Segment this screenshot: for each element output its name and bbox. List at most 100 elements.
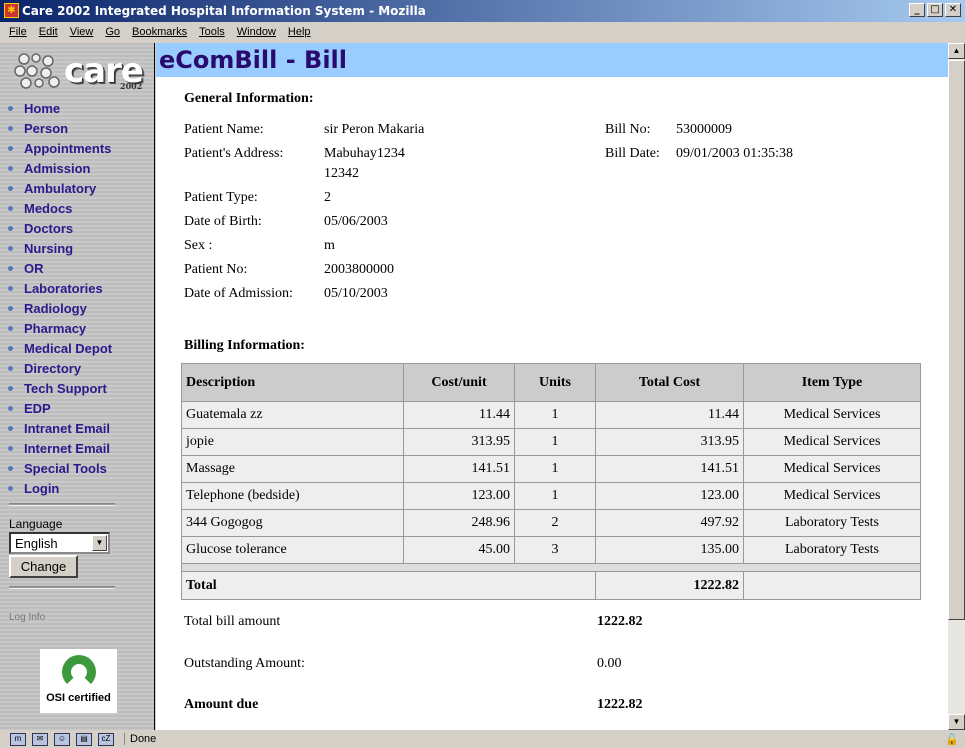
sidebar-item-or[interactable]: OR <box>8 258 112 278</box>
bullet-icon <box>8 345 13 351</box>
sidebar-item-label: OR <box>24 260 44 276</box>
divider <box>9 503 115 506</box>
menu-bookmarks[interactable]: Bookmarks <box>132 26 187 42</box>
menu-file[interactable]: File <box>9 26 27 42</box>
scroll-up-icon[interactable]: ▲ <box>948 43 965 59</box>
sidebar-item-internet-email[interactable]: Internet Email <box>8 438 112 458</box>
sidebar-item-label: Home <box>24 100 61 116</box>
menu-edit[interactable]: Edit <box>39 26 58 42</box>
sidebar-item-special-tools[interactable]: Special Tools <box>8 458 112 478</box>
security-lock-icon[interactable]: 🔓 <box>945 733 959 746</box>
bullet-icon <box>8 165 13 171</box>
cell-units: 2 <box>514 509 596 537</box>
composer-icon[interactable]: ▤ <box>76 732 92 746</box>
sidebar-nav: Home Person Appointments Admission Ambul… <box>8 98 112 498</box>
billing-table: Description Cost/unit Units Total Cost I… <box>181 363 921 600</box>
address-value-line2: 12342 <box>324 166 359 181</box>
table-row: Glucose tolerance 45.00 3 135.00 Laboratory … <box>181 536 921 564</box>
sidebar-item-medical-depot[interactable]: Medical Depot <box>8 338 112 358</box>
menubar: File Edit View Go Bookmarks Tools Window… <box>0 22 965 42</box>
cell-units: 3 <box>514 536 596 564</box>
patient-type-value: 2 <box>324 190 331 205</box>
cell-units: 1 <box>514 401 596 429</box>
scroll-down-icon[interactable]: ▼ <box>948 714 965 730</box>
chat-icon[interactable]: ☺ <box>54 732 70 746</box>
cell-description: Guatemala zz <box>181 401 404 429</box>
minimize-button[interactable]: _ <box>909 3 925 17</box>
close-button[interactable]: ✕ <box>945 3 961 17</box>
total-label: Total <box>181 571 596 600</box>
sidebar-item-appointments[interactable]: Appointments <box>8 138 112 158</box>
dob-label: Date of Birth: <box>184 214 262 229</box>
total-bill-label: Total bill amount <box>184 614 281 629</box>
chevron-down-icon[interactable]: ▼ <box>92 535 107 551</box>
amount-due-value: 1222.82 <box>597 697 643 712</box>
patient-name-label: Patient Name: <box>184 122 264 137</box>
change-language-button[interactable]: Change <box>9 555 78 578</box>
cell-item-type: Medical Services <box>743 428 921 456</box>
bullet-icon <box>8 125 13 131</box>
page-title: eComBill - Bill <box>156 43 948 77</box>
menu-window[interactable]: Window <box>237 26 276 42</box>
patient-name-value: sir Peron Makaria <box>324 122 425 137</box>
bill-date-value: 09/01/2003 01:35:38 <box>676 146 794 161</box>
table-row: 344 Gogogog 248.96 2 497.92 Laboratory Tests <box>181 509 921 537</box>
bullet-icon <box>8 485 13 491</box>
table-row: Telephone (bedside) 123.00 1 123.00 Medical … <box>181 482 921 510</box>
outstanding-value: 0.00 <box>597 656 622 671</box>
sidebar-item-label: Ambulatory <box>24 180 97 196</box>
menu-help[interactable]: Help <box>288 26 311 42</box>
cell-total-cost: 123.00 <box>595 482 744 510</box>
maximize-button[interactable]: □ <box>927 3 943 17</box>
col-units: Units <box>514 363 596 402</box>
sidebar-item-edp[interactable]: EDP <box>8 398 112 418</box>
sidebar-item-medocs[interactable]: Medocs <box>8 198 112 218</box>
sidebar-item-tech-support[interactable]: Tech Support <box>8 378 112 398</box>
cell-item-type: Medical Services <box>743 482 921 510</box>
bullet-icon <box>8 285 13 291</box>
table-spacer-row <box>181 563 921 572</box>
sidebar-item-laboratories[interactable]: Laboratories <box>8 278 112 298</box>
sidebar-item-label: Medical Depot <box>24 340 113 356</box>
sidebar-item-label: Pharmacy <box>24 320 87 336</box>
menu-tools[interactable]: Tools <box>199 26 225 42</box>
sidebar-item-nursing[interactable]: Nursing <box>8 238 112 258</box>
navigator-icon[interactable]: m <box>10 732 26 746</box>
bullet-icon <box>8 185 13 191</box>
sidebar-item-home[interactable]: Home <box>8 98 112 118</box>
sidebar-item-person[interactable]: Person <box>8 118 112 138</box>
cell-units: 1 <box>514 482 596 510</box>
general-info-heading: General Information: <box>184 91 314 106</box>
spacer-cell <box>181 563 921 572</box>
bullet-icon <box>8 305 13 311</box>
scrollbar-thumb[interactable] <box>948 60 965 620</box>
logo-year: 2002 <box>120 81 143 91</box>
col-description: Description <box>181 363 404 402</box>
address-book-icon[interactable]: cZ <box>98 732 114 746</box>
sidebar-item-login[interactable]: Login <box>8 478 112 498</box>
bullet-icon <box>8 225 13 231</box>
sidebar-item-label: Internet Email <box>24 440 110 456</box>
bullet-icon <box>8 245 13 251</box>
sidebar-item-radiology[interactable]: Radiology <box>8 298 112 318</box>
osi-certified-logo[interactable]: OSI certified <box>40 649 117 713</box>
care-logo[interactable]: care 2002 <box>14 51 144 91</box>
outstanding-label: Outstanding Amount: <box>184 656 305 671</box>
log-info-link[interactable]: Log Info <box>9 612 45 623</box>
billing-info-heading: Billing Information: <box>184 338 305 353</box>
sidebar-item-pharmacy[interactable]: Pharmacy <box>8 318 112 338</box>
vertical-scrollbar[interactable]: ▲ ▼ <box>948 43 965 730</box>
sidebar-item-admission[interactable]: Admission <box>8 158 112 178</box>
sidebar-item-intranet-email[interactable]: Intranet Email <box>8 418 112 438</box>
sidebar-item-directory[interactable]: Directory <box>8 358 112 378</box>
sidebar-item-label: Medocs <box>24 200 73 216</box>
cell-cost-unit: 11.44 <box>403 401 515 429</box>
language-select[interactable]: English ▼ <box>9 532 110 554</box>
bill-no-label: Bill No: <box>605 122 651 137</box>
mail-icon[interactable]: ✉ <box>32 732 48 746</box>
sidebar-item-ambulatory[interactable]: Ambulatory <box>8 178 112 198</box>
sidebar-item-doctors[interactable]: Doctors <box>8 218 112 238</box>
logo-dots-icon <box>14 53 60 89</box>
menu-view[interactable]: View <box>70 26 94 42</box>
menu-go[interactable]: Go <box>105 26 120 42</box>
